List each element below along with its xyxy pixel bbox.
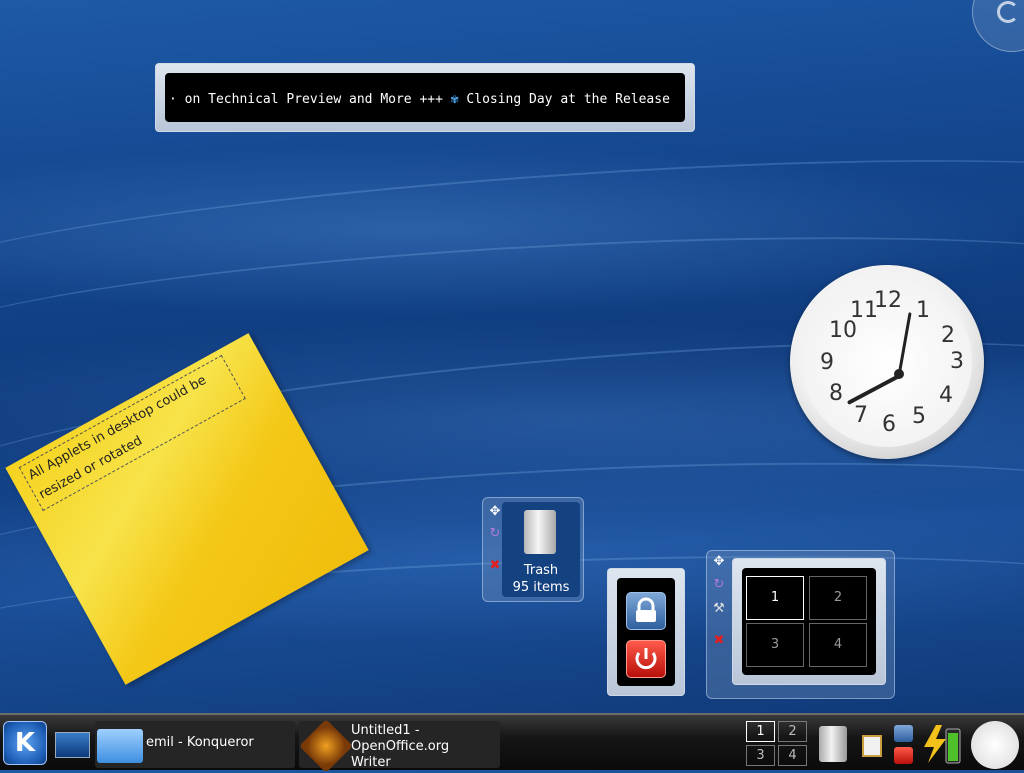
clock-number: 6	[882, 412, 896, 437]
trash-count: 95 items	[512, 580, 570, 595]
desktop-2[interactable]: 2	[809, 576, 867, 620]
clock-hour-hand	[846, 374, 900, 405]
desktop-1[interactable]: 1	[746, 576, 804, 620]
ticker-text-after: Closing Day at the Release	[458, 92, 670, 107]
task-label: emil - Konqueror	[146, 735, 254, 750]
clock-number: 11	[850, 298, 878, 323]
ticker-text-before: · on Technical Preview and More +++	[169, 92, 451, 107]
clock-number: 7	[854, 403, 868, 428]
close-icon[interactable]: ✖	[711, 633, 727, 648]
taskbar-clock-icon[interactable]	[971, 721, 1019, 769]
taskbar-desktop-3[interactable]: 3	[746, 745, 775, 766]
trash-can-icon	[524, 510, 556, 554]
task-konqueror[interactable]: emil - Konqueror	[95, 721, 295, 768]
taskbar-desktop-1[interactable]: 1	[746, 721, 775, 742]
trash-icon[interactable]	[819, 726, 847, 762]
news-ticker-text[interactable]: · on Technical Preview and More +++ ✾ Cl…	[169, 92, 670, 107]
taskbar-desktop-4[interactable]: 4	[778, 745, 807, 766]
move-handle-icon[interactable]: ✥	[487, 504, 503, 519]
pager-grid: 1 2 3 4	[742, 568, 876, 675]
trash-label: Trash 95 items	[502, 562, 580, 596]
desktop-4[interactable]: 4	[809, 623, 867, 667]
news-ticker-applet[interactable]: · on Technical Preview and More +++ ✾ Cl…	[155, 63, 695, 132]
kde-logo-icon: K	[14, 728, 36, 758]
lock-logout-panel	[617, 578, 675, 686]
desktop-toolbox[interactable]	[972, 0, 1024, 52]
rotate-handle-icon[interactable]: ↻	[487, 526, 503, 541]
openoffice-icon	[299, 719, 353, 773]
logout-button[interactable]	[626, 640, 666, 678]
power-icon	[635, 648, 657, 670]
lock-icon	[636, 597, 656, 622]
plasma-cashew-icon	[997, 1, 1019, 23]
desktop-3[interactable]: 3	[746, 623, 804, 667]
clock-face: 12 1 2 3 4 5 6 7 8 9 10 11	[802, 277, 972, 447]
task-openoffice-writer[interactable]: Untitled1 - OpenOffice.org Writer	[299, 719, 500, 773]
lock-screen-button[interactable]	[626, 592, 666, 630]
lock-logout-applet[interactable]	[607, 568, 685, 696]
kde-menu-button[interactable]: K	[3, 721, 47, 765]
close-icon[interactable]: ✖	[487, 558, 503, 573]
clipboard-icon[interactable]	[862, 735, 882, 757]
taskbar-desktop-2[interactable]: 2	[778, 721, 807, 742]
trash-applet[interactable]: ✥ ↻ ✖ Trash 95 items	[482, 497, 584, 602]
folder-icon	[97, 729, 143, 763]
pager-applet[interactable]: 1 2 3 4	[732, 558, 886, 685]
panel-taskbar: K emil - Konqueror Untitled1 - OpenOffic…	[0, 713, 1024, 773]
gear-icon: ✾	[450, 92, 459, 107]
clock-number: 5	[912, 404, 926, 429]
move-handle-icon[interactable]: ✥	[711, 554, 727, 569]
clock-number: 2	[941, 323, 955, 348]
show-desktop-icon[interactable]	[55, 732, 90, 758]
rotate-handle-icon[interactable]: ↻	[711, 577, 727, 592]
analog-clock-applet[interactable]: 12 1 2 3 4 5 6 7 8 9 10 11	[790, 265, 984, 459]
news-ticker-display: · on Technical Preview and More +++ ✾ Cl…	[165, 73, 685, 122]
battery-icon[interactable]	[920, 723, 964, 765]
configure-wrench-icon[interactable]: ⚒	[711, 601, 727, 616]
trash-title: Trash	[523, 563, 559, 578]
clock-minute-hand	[897, 312, 912, 376]
task-label: Untitled1 - OpenOffice.org Writer	[351, 723, 450, 770]
clock-number: 4	[939, 383, 953, 408]
trash-panel[interactable]: Trash 95 items	[502, 502, 580, 597]
power-icon[interactable]	[894, 747, 913, 764]
lock-icon[interactable]	[894, 725, 913, 742]
taskbar-pager[interactable]: 1 2 3 4	[746, 721, 808, 767]
clock-center	[894, 369, 904, 379]
clock-number: 3	[950, 349, 964, 374]
clock-number: 1	[916, 298, 930, 323]
clock-number: 9	[820, 350, 834, 375]
